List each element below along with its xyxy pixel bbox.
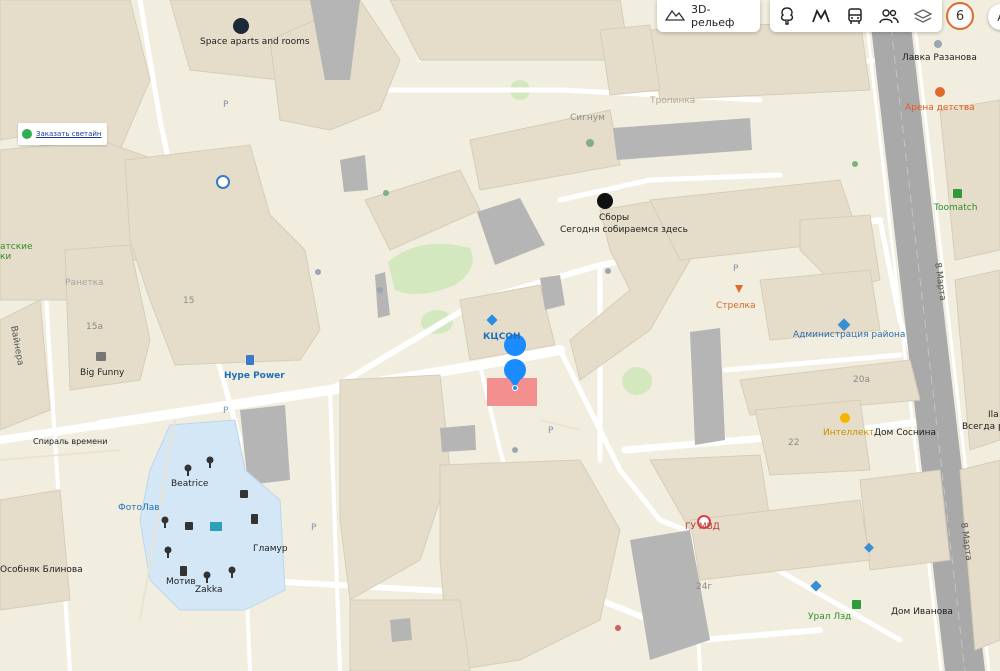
poi-partial-right-2: Ila [988,410,999,420]
ural-led-icon [852,600,861,609]
tree-icon[interactable] [770,0,804,32]
poi-gu-mvd[interactable]: ГУ МВД [685,522,720,532]
parking-icon: P [223,100,229,110]
escalator-icon [210,522,222,531]
poi-sbory-sub: Сегодня собираемся здесь [560,225,688,235]
counter-badge[interactable]: 6 [946,2,974,30]
parking-icon: P [223,406,229,416]
metro-ring-icon [216,175,230,189]
poi-arena[interactable]: Арена детства [905,103,975,113]
poi-intellekt[interactable]: Интеллект [823,428,874,438]
arena-icon [935,87,945,97]
metro-icon[interactable] [804,0,838,32]
house-22: 22 [788,438,800,448]
hype-power-icon [246,355,254,365]
poi-space-aparts[interactable]: Space aparts and rooms [200,37,310,47]
house-24g: 24г [696,582,713,592]
badge-icon [22,129,32,139]
sbory-icon [597,193,613,209]
relief-label: 3D-рельеф [691,3,735,29]
poi-strelka[interactable]: Стрелка [716,301,755,311]
house-rnetka: Ранетка [65,278,104,288]
popup-card[interactable]: Заказать светайн [18,123,107,145]
popup-link[interactable]: Заказать светайн [36,130,102,138]
parking-icon: P [733,264,739,274]
poi-glamur[interactable]: Гламур [253,544,288,554]
house-20a: 20а [853,375,870,385]
poi-dom-sosnina[interactable]: Дом Соснина [874,428,936,438]
house-15a: 15а [86,322,103,332]
house-15: 15 [183,296,195,306]
poi-motiv[interactable]: Мотив [166,577,196,587]
intellekt-icon [840,413,850,423]
poi-toomatch[interactable]: Toomatch [934,203,977,213]
poi-partial-right-1: Вcегда р [962,422,1000,432]
poi-sbory[interactable]: Сборы [599,213,629,223]
layers-icon[interactable] [906,0,940,32]
mode-toolbar [770,0,942,32]
poi-hype-power[interactable]: Hype Power [224,371,285,381]
poi-dom-ivanova[interactable]: Дом Иванова [891,607,953,617]
poi-tropinka[interactable]: Тропинка [650,96,695,106]
poi-partial-left[interactable]: атские ки [0,242,33,263]
big-funny-icon [96,352,106,361]
poi-fotolav[interactable]: ФотоЛав [118,503,160,513]
poi-big-funny[interactable]: Big Funny [80,368,124,378]
poi-beatrice[interactable]: Beatrice [171,479,208,489]
poi-ural-led[interactable]: Урал Лэд [808,612,851,622]
parking-icon: P [311,523,317,533]
poi-kcson[interactable]: КЦСОН [483,332,521,342]
poi-spiral[interactable]: Спираль времени [33,437,107,446]
people-icon[interactable] [872,0,906,32]
poi-osobnyak[interactable]: Особняк Блинова [0,565,83,575]
poi-zakka[interactable]: Zakka [195,585,222,595]
poi-signum[interactable]: Сигнум [570,113,605,123]
poi-admin[interactable]: Администрация района [793,330,905,340]
bus-icon[interactable] [838,0,872,32]
toomatch-icon [953,189,962,198]
mountain-icon [664,8,686,25]
poi-lavka[interactable]: Лавка Разанова [902,53,977,63]
parking-icon: P [548,426,554,436]
relief-toggle[interactable]: 3D-рельеф [657,0,760,32]
space-aparts-icon [233,18,249,34]
